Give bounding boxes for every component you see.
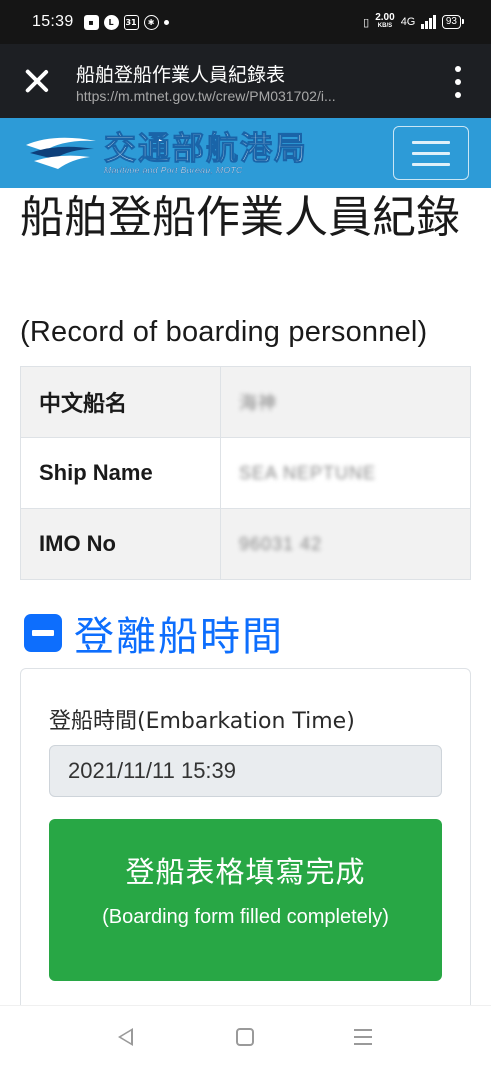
sub-heading: (Record of boarding personnel)	[20, 316, 428, 348]
network-speed: 2.00 KB/S	[375, 12, 395, 30]
boarding-form-complete-button[interactable]: 登船表格填寫完成 (Boarding form filled completel…	[49, 819, 442, 981]
line-icon: L	[103, 14, 119, 30]
hamburger-menu-icon[interactable]	[393, 126, 469, 180]
main-heading: 船舶登船作業人員紀錄	[20, 192, 460, 243]
ship-info-table: 中文船名 海神 Ship Name SEA NEPTUNE IMO No 960…	[20, 366, 471, 580]
network-type: 4G	[400, 16, 416, 28]
message-icon: ▪	[83, 14, 99, 30]
battery-level: 93	[445, 16, 457, 27]
status-time: 15:39	[32, 13, 74, 30]
table-row: IMO No 96031 42	[20, 508, 471, 580]
imo-no-label: IMO No	[20, 508, 221, 580]
logo-english-name: Maritime and Port Bureau, MOTC	[104, 165, 243, 175]
section-toggle[interactable]: 登離船時間	[24, 604, 284, 662]
embarkation-card: 登船時間(Embarkation Time) 2021/11/11 15:39 …	[20, 668, 471, 1005]
wave-logo-icon	[26, 137, 96, 169]
site-logo[interactable]: 交通部航港局 Maritime and Port Bureau, MOTC	[24, 126, 308, 180]
more-options-icon[interactable]	[453, 66, 463, 98]
submit-button-label-cn: 登船表格填寫完成	[125, 855, 366, 889]
recents-icon[interactable]	[354, 1029, 372, 1045]
notification-dot	[163, 19, 169, 25]
page-title: 船舶登船作業人員紀錄表	[76, 64, 286, 86]
ship-name-label: Ship Name	[20, 437, 221, 509]
ship-name-value: SEA NEPTUNE	[220, 437, 471, 509]
home-icon[interactable]	[236, 1028, 254, 1046]
table-row: Ship Name SEA NEPTUNE	[20, 437, 471, 509]
calendar-31-icon: 31	[123, 14, 139, 30]
system-nav-bar	[0, 1005, 491, 1065]
status-notification-icons: ▪ L 31 ✱	[83, 14, 169, 30]
embarkation-time-field[interactable]: 2021/11/11 15:39	[49, 745, 442, 797]
speed-unit: KB/S	[377, 23, 393, 29]
status-system-icons: ▯ 2.00 KB/S 4G 93	[363, 12, 465, 30]
table-row: 中文船名 海神	[20, 366, 471, 438]
vibrate-icon: ▯	[363, 16, 370, 29]
submit-button-label-en: (Boarding form filled completely)	[102, 906, 389, 928]
collapse-minus-icon[interactable]	[24, 614, 62, 652]
chinese-ship-name-value: 海神	[220, 366, 471, 438]
status-bar: 15:39 ▪ L 31 ✱ ▯ 2.00 KB/S 4G 93	[0, 0, 491, 44]
logo-chinese-name: 交通部航港局	[103, 129, 309, 167]
embarkation-time-label: 登船時間(Embarkation Time)	[49, 709, 355, 734]
signal-icon	[421, 15, 436, 29]
back-icon[interactable]	[118, 1028, 133, 1046]
page-url[interactable]: https://m.mtnet.gov.tw/crew/PM031702/i..…	[76, 88, 336, 104]
battery-icon: 93	[441, 15, 465, 29]
speed-value: 2.00	[375, 12, 395, 23]
settings-gear-icon: ✱	[143, 14, 159, 30]
site-header: 交通部航港局 Maritime and Port Bureau, MOTC	[0, 118, 491, 188]
close-icon[interactable]	[22, 66, 52, 96]
imo-no-value: 96031 42	[220, 508, 471, 580]
main-content: 船舶登船作業人員紀錄 (Record of boarding personnel…	[0, 188, 491, 1005]
chinese-ship-name-label: 中文船名	[20, 366, 221, 438]
section-title: 登離船時間	[74, 614, 284, 660]
browser-toolbar: 船舶登船作業人員紀錄表 https://m.mtnet.gov.tw/crew/…	[0, 44, 491, 118]
